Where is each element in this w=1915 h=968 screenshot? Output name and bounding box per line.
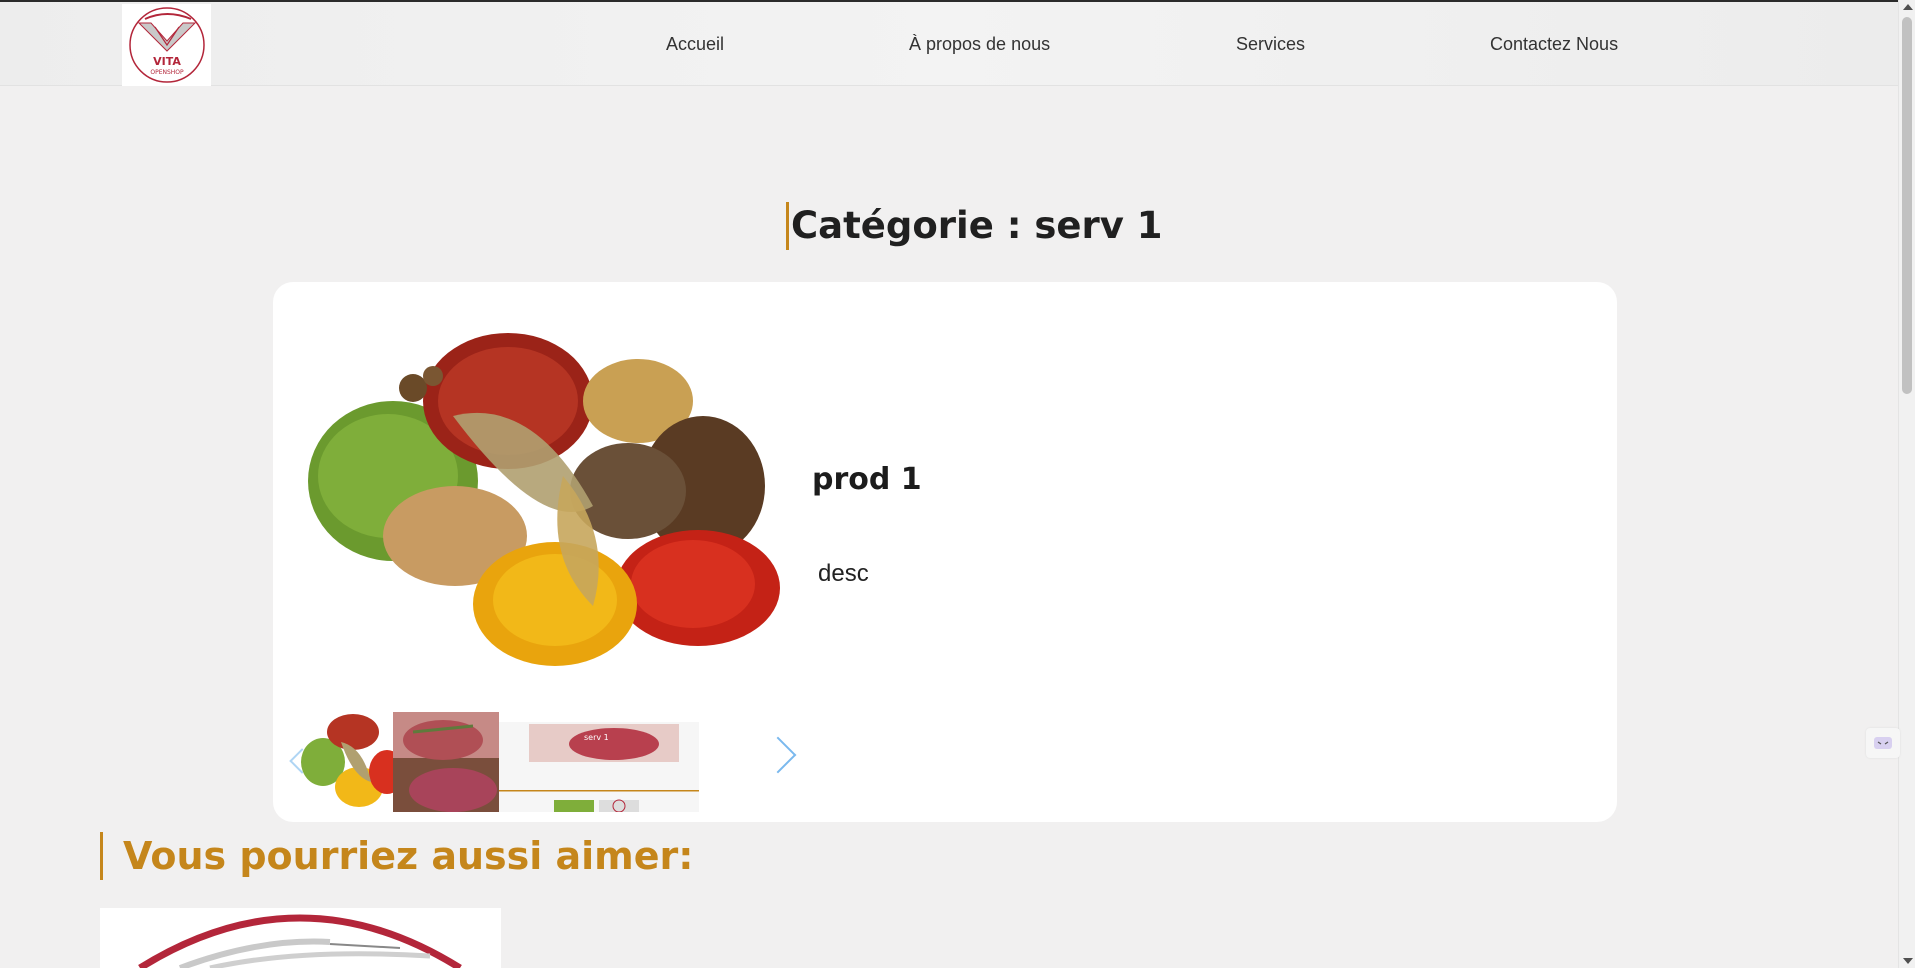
- scroll-up-arrow-icon[interactable]: [1903, 4, 1913, 10]
- scroll-thumb[interactable]: [1902, 17, 1912, 394]
- floating-chat-icon[interactable]: [1866, 728, 1900, 758]
- thumbnail-strip: serv 1: [301, 712, 714, 812]
- nav-link-contact[interactable]: Contactez Nous: [1490, 34, 1618, 55]
- scroll-down-arrow-icon[interactable]: [1903, 958, 1913, 964]
- product-card: prod 1 desc serv 1: [273, 282, 1617, 822]
- related-product-logo-image: [138, 914, 462, 968]
- category-title: Catégorie : serv 1: [786, 202, 1163, 250]
- site-logo[interactable]: VITA OPENSHOP: [122, 4, 211, 86]
- product-description: desc: [818, 560, 869, 587]
- related-product-card[interactable]: [100, 908, 501, 968]
- navbar: VITA OPENSHOP Accueil À propos de nous S…: [0, 2, 1898, 86]
- carousel-next-chevron-right-icon[interactable]: [759, 736, 797, 774]
- related-products-title: Vous pourriez aussi aimer:: [100, 832, 693, 880]
- logo-subtext: OPENSHOP: [150, 69, 184, 76]
- chat-bubble-icon: [1874, 737, 1892, 749]
- thumbnail-meat[interactable]: [393, 712, 499, 812]
- product-main-image[interactable]: [293, 306, 793, 666]
- product-name: prod 1: [812, 462, 922, 497]
- nav-link-accueil[interactable]: Accueil: [666, 34, 724, 55]
- nav-link-a-propos[interactable]: À propos de nous: [909, 34, 1050, 55]
- vita-logo-icon: VITA OPENSHOP: [128, 7, 205, 83]
- page-scrollbar[interactable]: [1898, 0, 1915, 968]
- thumbnail-spices[interactable]: [301, 712, 393, 812]
- nav-link-services[interactable]: Services: [1236, 34, 1305, 55]
- logo-text: VITA: [153, 55, 181, 68]
- thumbnail-website-preview[interactable]: serv 1: [499, 712, 699, 812]
- thumbnail-caption: serv 1: [584, 733, 609, 742]
